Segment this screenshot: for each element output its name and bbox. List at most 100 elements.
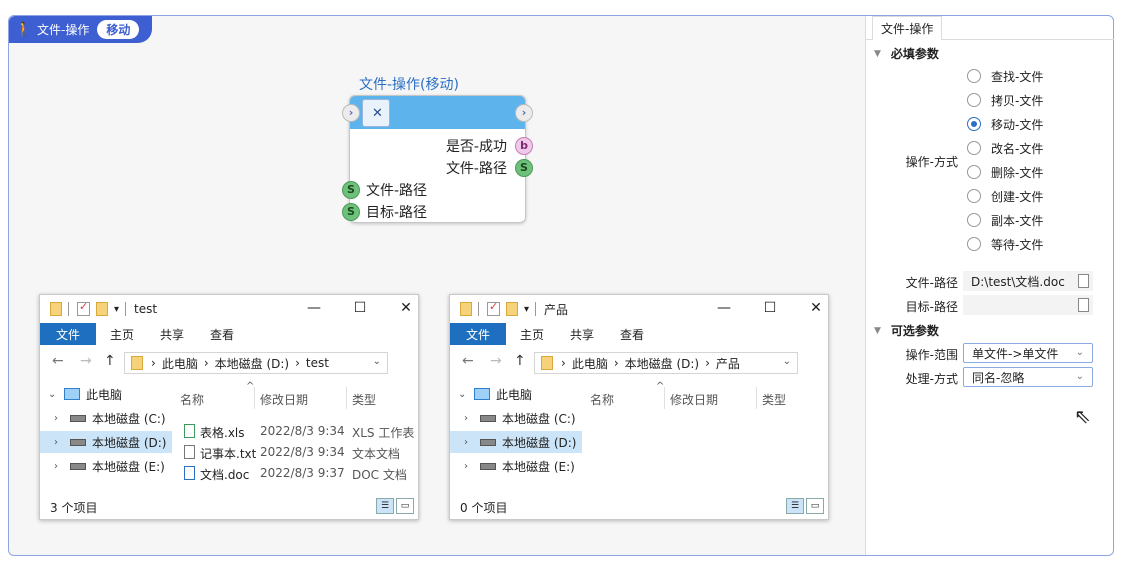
address-box[interactable]: › 此电脑 › 本地磁盘 (D:) › test ⌄ <box>124 352 388 374</box>
section-required[interactable]: ▼ 必填参数 <box>874 45 939 62</box>
new-folder-icon[interactable] <box>96 302 108 316</box>
handling-select[interactable]: 同名-忽略 ⌄ <box>963 367 1093 387</box>
radio-icon[interactable] <box>967 189 981 203</box>
tab-view[interactable]: 查看 <box>606 323 658 345</box>
back-arrow-icon[interactable]: ← <box>52 353 64 369</box>
close-icon[interactable]: ✕ <box>806 300 826 316</box>
column-name[interactable]: 名称 <box>590 391 614 408</box>
tab-home[interactable]: 主页 <box>96 323 148 345</box>
radio-duplicate-file[interactable]: 副本-文件 <box>967 211 1043 229</box>
tab-file[interactable]: 文件 <box>40 323 97 345</box>
radio-rename-file[interactable]: 改名-文件 <box>967 139 1043 157</box>
breadcrumb-product[interactable]: 产品 <box>716 355 740 372</box>
details-view-icon[interactable]: ☰ <box>376 498 394 514</box>
up-arrow-icon[interactable]: ↑ <box>514 353 526 369</box>
chevron-right-icon[interactable]: › <box>54 413 66 424</box>
radio-move-file[interactable]: 移动-文件 <box>967 115 1043 133</box>
up-arrow-icon[interactable]: ↑ <box>104 353 116 369</box>
radio-icon[interactable] <box>967 165 981 179</box>
collapse-triangle-icon[interactable]: ▼ <box>874 326 881 336</box>
exec-in-port[interactable]: › <box>342 104 360 122</box>
radio-delete-file[interactable]: 删除-文件 <box>967 163 1043 181</box>
file-operation-node[interactable]: › › 是否-成功 b 文件-路径 S S 文件-路径 S 目标-路径 <box>342 95 533 223</box>
tab-view[interactable]: 查看 <box>196 323 248 345</box>
input-filepath-port[interactable]: S <box>342 181 360 199</box>
back-arrow-icon[interactable]: ← <box>462 353 474 369</box>
collapse-triangle-icon[interactable]: ▼ <box>874 49 881 59</box>
radio-selected-icon[interactable] <box>967 117 981 131</box>
column-name[interactable]: 名称 <box>180 391 204 408</box>
chevron-right-icon[interactable]: › <box>464 413 476 424</box>
tree-item-disk-d[interactable]: › 本地磁盘 (D:) <box>40 431 172 453</box>
tab-home[interactable]: 主页 <box>506 323 558 345</box>
tree-item-disk-d[interactable]: › 本地磁盘 (D:) <box>450 431 582 453</box>
column-type[interactable]: 类型 <box>352 391 376 408</box>
document-icon[interactable] <box>1078 298 1089 312</box>
chevron-down-icon[interactable]: ⌄ <box>458 389 470 400</box>
new-folder-icon[interactable] <box>506 302 518 316</box>
chevron-down-icon[interactable]: ⌄ <box>1076 371 1084 382</box>
breadcrumb-disk-d[interactable]: 本地磁盘 (D:) <box>625 355 699 372</box>
explorer-titlebar[interactable]: ▾ 产品 — ☐ ✕ <box>450 295 828 323</box>
breadcrumb-this-pc[interactable]: 此电脑 <box>572 355 608 372</box>
radio-find-file[interactable]: 查找-文件 <box>967 67 1043 85</box>
quick-access-dropdown-icon[interactable]: ▾ <box>114 304 119 315</box>
target-path-field[interactable] <box>963 295 1093 315</box>
chevron-right-icon[interactable]: › <box>54 461 66 472</box>
tab-share[interactable]: 共享 <box>148 323 196 345</box>
radio-icon[interactable] <box>967 93 981 107</box>
chevron-right-icon[interactable]: › <box>54 437 66 448</box>
radio-icon[interactable] <box>967 213 981 227</box>
breadcrumb-test[interactable]: test <box>306 356 329 370</box>
column-type[interactable]: 类型 <box>762 391 786 408</box>
explorer-window-product[interactable]: ▾ 产品 — ☐ ✕ 文件 主页 共享 查看 ← → ↑ › 此电脑 <box>449 294 829 520</box>
column-date[interactable]: 修改日期 <box>260 391 308 408</box>
tab-file[interactable]: 文件 <box>450 323 507 345</box>
radio-create-file[interactable]: 创建-文件 <box>967 187 1043 205</box>
design-canvas[interactable]: 🚶 文件-操作 移动 文件-操作(移动) › › 是否-成功 b 文件-路径 S… <box>9 16 865 555</box>
quick-access-dropdown-icon[interactable]: ▾ <box>524 304 529 315</box>
forward-arrow-icon[interactable]: → <box>80 353 92 369</box>
maximize-icon[interactable]: ☐ <box>350 300 370 316</box>
radio-wait-file[interactable]: 等待-文件 <box>967 235 1043 253</box>
radio-icon[interactable] <box>967 141 981 155</box>
tree-item-disk-c[interactable]: › 本地磁盘 (C:) <box>40 407 172 429</box>
breadcrumb-this-pc[interactable]: 此电脑 <box>162 355 198 372</box>
file-row[interactable]: 记事本.txt 2022/8/3 9:34 文本文档 <box>172 442 418 463</box>
address-box[interactable]: › 此电脑 › 本地磁盘 (D:) › 产品 ⌄ <box>534 352 798 374</box>
properties-icon[interactable] <box>77 300 90 316</box>
column-date[interactable]: 修改日期 <box>670 391 718 408</box>
minimize-icon[interactable]: — <box>304 300 324 316</box>
chevron-down-icon[interactable]: ⌄ <box>1076 347 1084 358</box>
output-success-port[interactable]: b <box>515 137 533 155</box>
tab-file-operation[interactable]: 文件-操作 <box>872 16 943 40</box>
scope-select[interactable]: 单文件->单文件 ⌄ <box>963 343 1093 363</box>
chevron-right-icon[interactable]: › <box>464 461 476 472</box>
tree-item-disk-c[interactable]: › 本地磁盘 (C:) <box>450 407 582 429</box>
radio-icon[interactable] <box>967 237 981 251</box>
input-targetpath-port[interactable]: S <box>342 203 360 221</box>
chevron-down-icon[interactable]: ⌄ <box>48 389 60 400</box>
close-icon[interactable]: ✕ <box>396 300 416 316</box>
tree-item-this-pc[interactable]: ⌄ 此电脑 <box>40 383 172 405</box>
document-icon[interactable] <box>1078 274 1089 288</box>
tree-item-this-pc[interactable]: ⌄ 此电脑 <box>450 383 582 405</box>
large-icons-view-icon[interactable]: ▭ <box>806 498 824 514</box>
tab-share[interactable]: 共享 <box>558 323 606 345</box>
output-filepath-port[interactable]: S <box>515 159 533 177</box>
breadcrumb-disk-d[interactable]: 本地磁盘 (D:) <box>215 355 289 372</box>
tree-item-disk-e[interactable]: › 本地磁盘 (E:) <box>450 455 582 477</box>
large-icons-view-icon[interactable]: ▭ <box>396 498 414 514</box>
exec-out-port[interactable]: › <box>515 104 533 122</box>
radio-icon[interactable] <box>967 69 981 83</box>
explorer-window-test[interactable]: ▾ test — ☐ ✕ 文件 主页 共享 查看 ← → ↑ › 此电 <box>39 294 419 520</box>
file-row[interactable]: 表格.xls 2022/8/3 9:34 XLS 工作表 <box>172 421 418 442</box>
details-view-icon[interactable]: ☰ <box>786 498 804 514</box>
minimize-icon[interactable]: — <box>714 300 734 316</box>
node-header[interactable] <box>350 96 525 129</box>
radio-copy-file[interactable]: 拷贝-文件 <box>967 91 1043 109</box>
chevron-down-icon[interactable]: ⌄ <box>783 356 791 367</box>
maximize-icon[interactable]: ☐ <box>760 300 780 316</box>
explorer-titlebar[interactable]: ▾ test — ☐ ✕ <box>40 295 418 323</box>
chevron-right-icon[interactable]: › <box>464 437 476 448</box>
